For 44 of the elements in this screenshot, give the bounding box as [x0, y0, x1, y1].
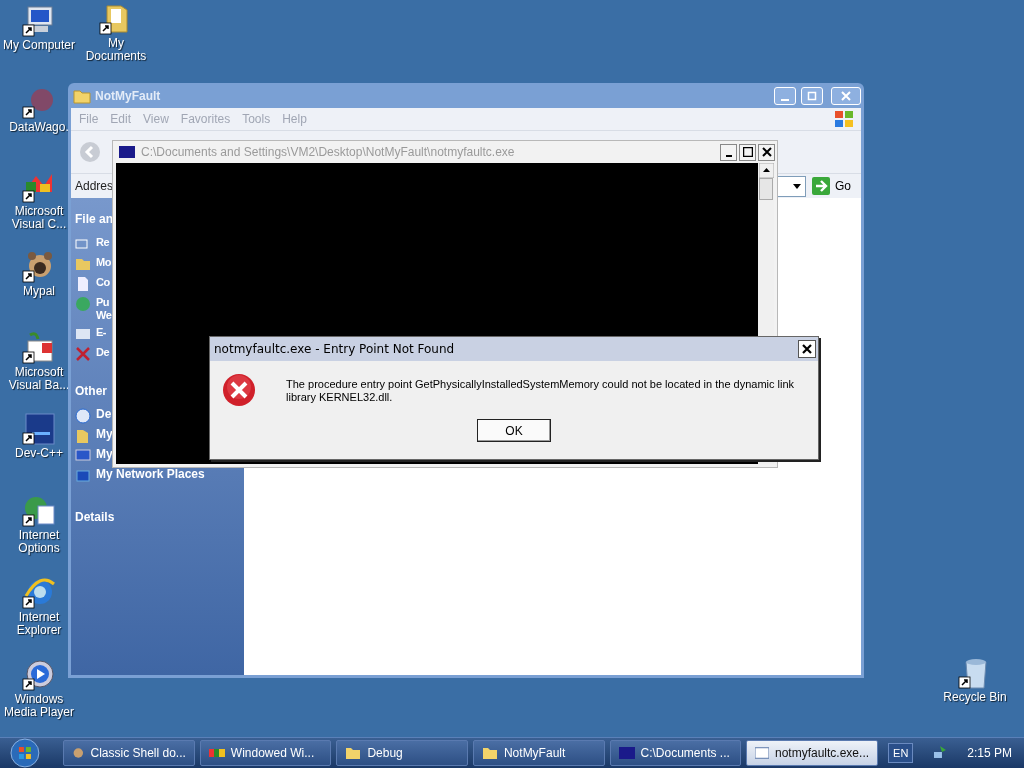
pane-heading: Details: [75, 510, 115, 524]
address-label: Addres: [75, 179, 114, 193]
desktop-icon-label: Microsoft Visual Ba...: [7, 366, 71, 392]
desktop-icon-label: DataWago.: [8, 121, 70, 134]
error-message: The procedure entry point GetPhysicallyInstalledSystemMemory could not be located in the dynamic link library KERNEL32.dll.: [286, 378, 796, 404]
task-link[interactable]: Re: [96, 236, 110, 249]
task-link[interactable]: Co: [96, 276, 110, 289]
desktop-icon-label: Recycle Bin: [942, 691, 1008, 704]
menu-item[interactable]: Edit: [110, 112, 132, 126]
menu-item[interactable]: Tools: [242, 112, 271, 126]
menu-item[interactable]: View: [143, 112, 169, 126]
go-button[interactable]: Go: [812, 177, 855, 195]
taskbar-button[interactable]: notmyfaultc.exe...: [746, 740, 879, 766]
menu-item[interactable]: Help: [282, 112, 307, 126]
place-link[interactable]: My Network Places: [96, 468, 205, 481]
desktop-icon-label: My Computer: [2, 39, 76, 52]
task-link[interactable]: De: [96, 346, 110, 359]
desktop-icon-label: My Documents: [84, 37, 148, 63]
task-link[interactable]: Pu We: [96, 296, 112, 322]
pane-heading: File an: [75, 212, 113, 226]
taskbar-button[interactable]: Debug: [336, 740, 468, 766]
taskbar-button[interactable]: Classic Shell do...: [62, 740, 195, 766]
taskbar-button[interactable]: Windowed Wi...: [199, 740, 332, 766]
place-link[interactable]: My: [96, 448, 113, 461]
task-link[interactable]: E-: [96, 326, 106, 339]
taskbar-button[interactable]: NotMyFault: [472, 740, 605, 766]
taskbar-button[interactable]: C:\Documents ...: [609, 740, 742, 766]
place-link[interactable]: My: [96, 428, 113, 441]
desktop-icon-label: Mypal: [22, 285, 56, 298]
desktop-icon-label: Internet Explorer: [15, 611, 63, 637]
menu-item[interactable]: File: [79, 112, 99, 126]
language-indicator[interactable]: EN: [888, 743, 914, 763]
clock: 2:15 PM: [967, 746, 1012, 760]
pane-heading: Other: [75, 384, 107, 398]
place-link[interactable]: De: [96, 408, 112, 421]
menu-item[interactable]: Favorites: [180, 112, 231, 126]
desktop-icon-label: Windows Media Player: [3, 693, 75, 719]
desktop-icon-label: Internet Options: [17, 529, 61, 555]
dialog-title: notmyfaultc.exe - Entry Point Not Found: [214, 342, 456, 356]
task-link[interactable]: Mo: [96, 256, 111, 269]
window-title: NotMyFault: [95, 88, 161, 103]
window-title: C:\Documents and Settings\VM2\Desktop\NotMyFault\notmyfaultc.exe: [141, 145, 515, 159]
ok-button[interactable]: OK: [477, 419, 551, 442]
desktop-icon-label: Dev-C++: [14, 447, 64, 460]
